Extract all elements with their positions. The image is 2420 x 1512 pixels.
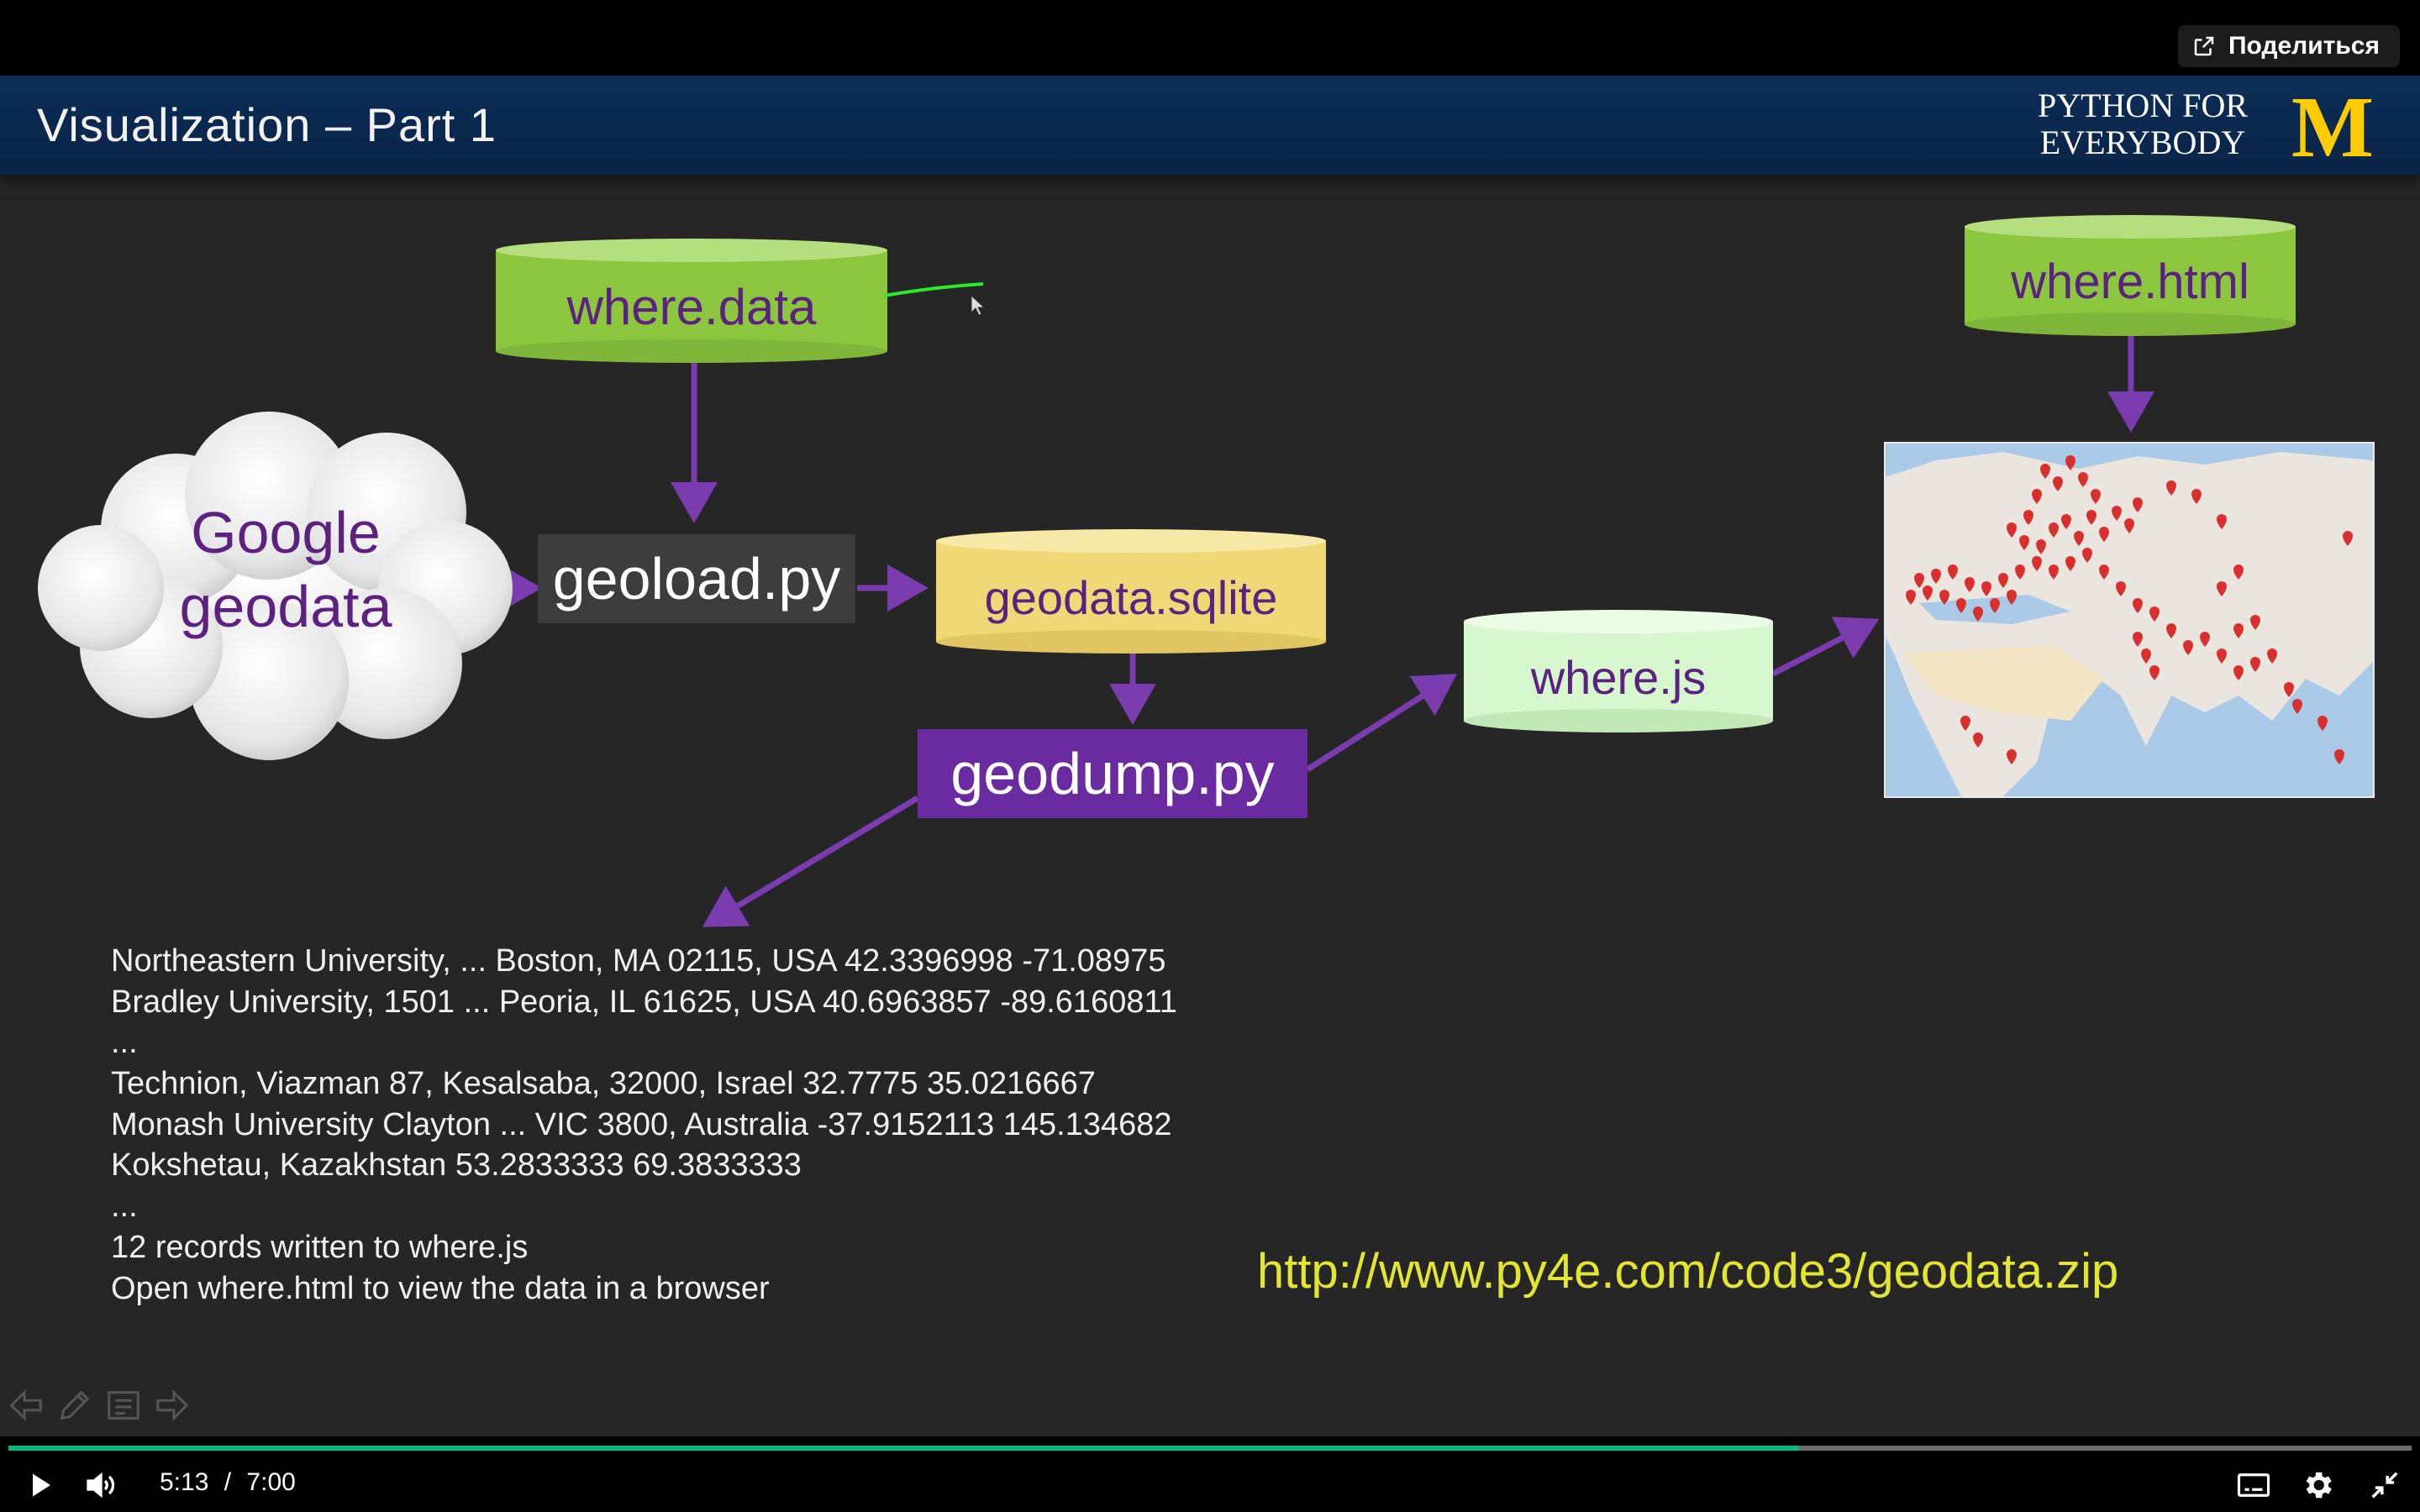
volume-button[interactable] [81,1465,121,1505]
top-bar: Поделиться [0,0,2420,76]
time-separator: / [224,1468,232,1496]
geoload-box: geoload.py [538,534,855,623]
pen-icon[interactable] [55,1386,94,1425]
timecode: 5:13 / 7:00 [160,1468,296,1497]
map-image [1884,442,2375,798]
download-url: http://www.py4e.com/code3/geodata.zip [1257,1244,2119,1299]
cloud-line-2: geodata [179,574,392,639]
slide: Visualization – Part 1 PYTHON FOR EVERYB… [0,76,2420,1436]
share-icon [2194,36,2214,56]
output-line: Open where.html to view the data in a br… [111,1270,770,1306]
exit-fullscreen-button[interactable] [2363,1463,2407,1507]
google-geodata-cloud-text: Google geodata [160,496,412,643]
where-html-label: where.html [2011,254,2249,309]
play-icon [33,1473,50,1497]
output-line: Bradley University, 1501 ... Peoria, IL … [111,984,1177,1020]
output-line: Monash University Clayton ... VIC 3800, … [111,1106,1172,1142]
where-js-label: where.js [1530,650,1707,704]
output-line: Technion, Viazman 87, Kesalsaba, 32000, … [111,1066,1096,1102]
where-data-label: where.data [566,278,817,335]
settings-icon [2306,1472,2332,1499]
slide-tools [7,1386,192,1425]
map-graphics [1886,444,2373,796]
captions-icon [2237,1473,2270,1497]
geodump-box: geodump.py [918,729,1307,818]
output-line: Kokshetau, Kazakhstan 53.2833333 69.3833… [111,1147,802,1184]
pen-annotation [883,282,984,297]
share-label: Поделиться [2228,32,2380,60]
duration: 7:00 [246,1468,296,1496]
output-line: ... [111,1025,138,1061]
output-line: ... [111,1189,138,1225]
volume-icon [87,1472,115,1499]
settings-button[interactable] [2296,1463,2339,1507]
output-line: Northeastern University, ... Boston, MA … [111,943,1166,979]
notes-icon[interactable] [104,1386,143,1425]
mouse-cursor [971,294,986,316]
cloud-line-1: Google [191,500,381,565]
current-time: 5:13 [160,1468,209,1496]
output-line: 12 records written to where.js [111,1229,529,1265]
play-button[interactable] [20,1465,60,1505]
arrow-geodump-to-output [702,795,919,927]
arrow-wherejs-to-map [1771,617,1880,677]
geodata-sqlite-label: geodata.sqlite [984,570,1278,624]
exit-fullscreen-icon [2371,1472,2398,1499]
prev-slide-icon[interactable] [7,1386,45,1425]
share-button[interactable]: Поделиться [2177,25,2400,67]
output-log: Northeastern University, ... Boston, MA … [111,941,1177,1309]
player-controls [0,1453,2420,1512]
captions-button[interactable] [2232,1463,2275,1507]
next-slide-icon[interactable] [153,1386,192,1425]
progress-fill [8,1446,1799,1451]
arrow-geodump-to-wherejs [1306,674,1457,772]
progress-bar[interactable] [8,1446,2412,1451]
